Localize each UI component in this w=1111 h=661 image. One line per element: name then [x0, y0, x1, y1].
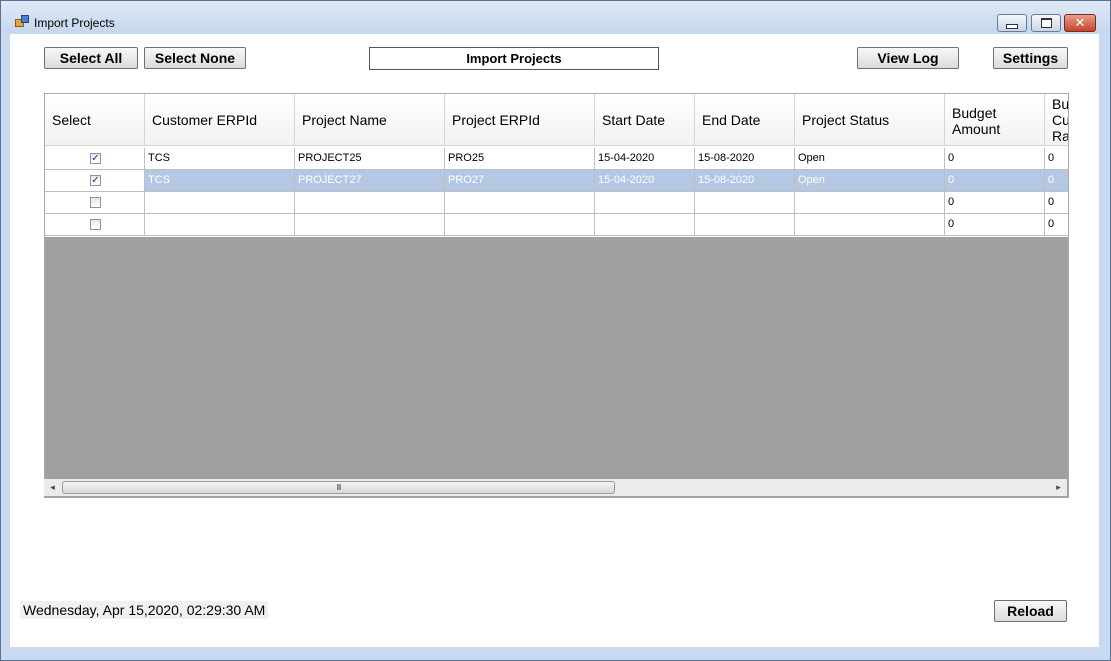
customer-erpid-cell[interactable] [145, 214, 295, 236]
column-header-end-date[interactable]: End Date [695, 94, 795, 146]
budget-amount-cell[interactable]: 0 [945, 170, 1045, 192]
projects-grid: Select Customer ERPId Project Name Proje… [44, 93, 1069, 498]
column-header-customer-erpid[interactable]: Customer ERPId [145, 94, 295, 146]
column-header-project-name[interactable]: Project Name [295, 94, 445, 146]
window-title: Import Projects [34, 16, 115, 30]
select-none-button[interactable]: Select None [144, 47, 246, 69]
project-erpid-cell[interactable] [445, 192, 595, 214]
customer-erpid-cell[interactable]: TCS [145, 148, 295, 170]
project-name-cell[interactable]: PROJECT25 [295, 148, 445, 170]
budget-currency-rate-cell[interactable]: 0 [1045, 148, 1068, 170]
select-checkbox[interactable] [90, 219, 101, 230]
customer-erpid-cell[interactable]: TCS [145, 170, 295, 192]
select-cell[interactable]: ✓ [45, 148, 145, 170]
column-header-select[interactable]: Select [45, 94, 145, 146]
start-date-cell[interactable] [595, 192, 695, 214]
customer-erpid-cell[interactable] [145, 192, 295, 214]
end-date-cell[interactable]: 15-08-2020 [695, 148, 795, 170]
end-date-cell[interactable] [695, 192, 795, 214]
table-row[interactable]: ✓ TCS PROJECT25 PRO25 15-04-2020 15-08-2… [45, 148, 1068, 170]
project-status-cell[interactable]: Open [795, 148, 945, 170]
budget-amount-cell[interactable]: 0 [945, 214, 1045, 236]
budget-amount-cell[interactable]: 0 [945, 148, 1045, 170]
view-log-button[interactable]: View Log [857, 47, 959, 69]
project-erpid-cell[interactable]: PRO25 [445, 148, 595, 170]
select-checkbox[interactable] [90, 197, 101, 208]
select-cell[interactable]: ✓ [45, 170, 145, 192]
close-icon: ✕ [1074, 15, 1086, 31]
maximize-button[interactable] [1031, 14, 1061, 32]
select-checkbox[interactable]: ✓ [90, 153, 101, 164]
project-erpid-cell[interactable]: PRO27 [445, 170, 595, 192]
select-checkbox[interactable]: ✓ [90, 175, 101, 186]
close-button[interactable]: ✕ [1064, 14, 1096, 32]
end-date-cell[interactable] [695, 214, 795, 236]
scrollbar-thumb[interactable]: III [62, 481, 615, 494]
scroll-left-icon[interactable]: ◂ [44, 479, 61, 496]
project-status-cell[interactable] [795, 214, 945, 236]
end-date-cell[interactable]: 15-08-2020 [695, 170, 795, 192]
column-header-project-erpid[interactable]: Project ERPId [445, 94, 595, 146]
project-status-cell[interactable] [795, 192, 945, 214]
project-name-cell[interactable]: PROJECT27 [295, 170, 445, 192]
settings-button[interactable]: Settings [993, 47, 1068, 69]
client-area: Select All Select None Import Projects V… [10, 34, 1099, 647]
project-status-cell[interactable]: Open [795, 170, 945, 192]
select-cell[interactable] [45, 192, 145, 214]
table-row[interactable]: 0 0 [45, 192, 1068, 214]
budget-currency-rate-cell[interactable]: 0 [1045, 214, 1068, 236]
column-header-project-status[interactable]: Project Status [795, 94, 945, 146]
select-cell[interactable] [45, 214, 145, 236]
budget-amount-cell[interactable]: 0 [945, 192, 1045, 214]
import-projects-window: Import Projects ✕ Select All Select None… [0, 0, 1111, 661]
budget-currency-rate-cell[interactable]: 0 [1045, 170, 1068, 192]
status-datetime: Wednesday, Apr 15,2020, 02:29:30 AM [20, 601, 269, 619]
table-row[interactable]: 0 0 [45, 214, 1068, 236]
import-projects-button[interactable]: Import Projects [369, 47, 659, 70]
start-date-cell[interactable] [595, 214, 695, 236]
select-all-button[interactable]: Select All [44, 47, 138, 69]
maximize-icon [1040, 18, 1052, 28]
project-name-cell[interactable] [295, 214, 445, 236]
budget-currency-rate-cell[interactable]: 0 [1045, 192, 1068, 214]
column-header-budget-amount[interactable]: Budget Amount [945, 94, 1045, 146]
title-bar: Import Projects ✕ [1, 1, 1110, 33]
start-date-cell[interactable]: 15-04-2020 [595, 148, 695, 170]
app-icon [15, 15, 29, 27]
reload-button[interactable]: Reload [994, 600, 1067, 622]
column-header-start-date[interactable]: Start Date [595, 94, 695, 146]
project-name-cell[interactable] [295, 192, 445, 214]
column-header-budget-currency-rate[interactable]: Bu Cu Ra [1045, 94, 1068, 146]
horizontal-scrollbar[interactable]: ◂ III ▸ [44, 479, 1067, 496]
project-erpid-cell[interactable] [445, 214, 595, 236]
grid-body: Select Customer ERPId Project Name Proje… [45, 94, 1068, 237]
scroll-right-icon[interactable]: ▸ [1050, 479, 1067, 496]
table-row-selected[interactable]: ✓ TCS PROJECT27 PRO27 15-04-2020 15-08-2… [45, 170, 1068, 192]
start-date-cell[interactable]: 15-04-2020 [595, 170, 695, 192]
minimize-button[interactable] [997, 14, 1027, 32]
minimize-icon [1006, 23, 1018, 29]
